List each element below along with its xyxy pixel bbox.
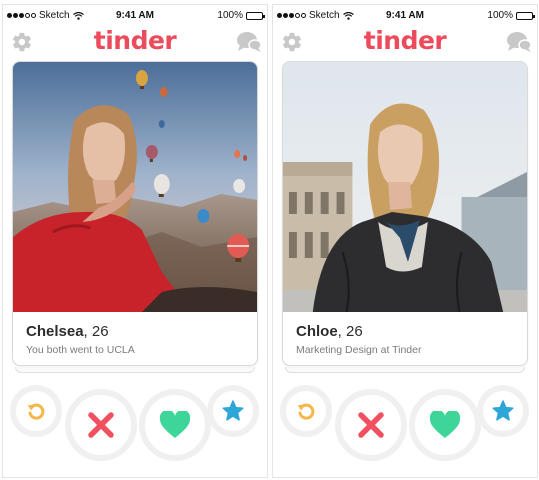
profile-card[interactable]: Chelsea, 26 You both went to UCLA — [12, 61, 258, 366]
super-like-button[interactable] — [207, 385, 259, 437]
battery-percent: 100% — [487, 10, 513, 21]
rewind-button[interactable] — [10, 385, 62, 437]
x-icon — [88, 412, 114, 438]
app-header: tinder — [3, 25, 267, 59]
battery-info: 100% — [217, 10, 265, 21]
tinder-logo: tinder — [363, 26, 447, 55]
profile-name: Chloe — [296, 323, 338, 340]
profile-name: Chelsea — [26, 323, 84, 340]
status-bar: Sketch 9:41 AM 100% — [3, 5, 267, 25]
profile-photo — [13, 62, 257, 312]
phone-screen-right: Sketch 9:41 AM 100% tinder Chloe, 26 Mar… — [272, 4, 538, 478]
profile-photo — [283, 62, 527, 312]
profile-name-age: Chloe, 26 — [296, 322, 421, 342]
like-button[interactable] — [409, 389, 481, 461]
profile-age: , 26 — [83, 323, 109, 340]
profile-info: Chelsea, 26 You both went to UCLA — [26, 322, 135, 356]
heart-icon — [159, 411, 191, 438]
rewind-icon — [27, 403, 45, 420]
profile-card[interactable]: Chloe, 26 Marketing Design at Tinder — [282, 61, 528, 366]
nope-button[interactable] — [65, 389, 137, 461]
rewind-icon — [297, 403, 315, 420]
rewind-button[interactable] — [280, 385, 332, 437]
card-stack-edge — [15, 367, 255, 373]
profile-name-age: Chelsea, 26 — [26, 322, 135, 342]
star-icon — [222, 400, 244, 421]
x-icon — [358, 412, 384, 438]
nope-button[interactable] — [335, 389, 407, 461]
battery-percent: 100% — [217, 10, 243, 21]
app-header: tinder — [273, 25, 537, 59]
super-like-button[interactable] — [477, 385, 529, 437]
profile-subtitle: You both went to UCLA — [26, 344, 135, 356]
card-stack-edge — [285, 367, 525, 373]
profile-info: Chloe, 26 Marketing Design at Tinder — [296, 322, 421, 356]
chat-bubble-icon[interactable] — [506, 31, 532, 53]
action-bar — [3, 381, 267, 477]
star-icon — [492, 400, 514, 421]
tinder-logo: tinder — [93, 26, 177, 55]
action-bar — [273, 381, 537, 477]
battery-icon — [516, 11, 535, 20]
profile-subtitle: Marketing Design at Tinder — [296, 344, 422, 356]
like-button[interactable] — [139, 389, 211, 461]
status-bar: Sketch 9:41 AM 100% — [273, 5, 537, 25]
battery-info: 100% — [487, 10, 535, 21]
chat-bubble-icon[interactable] — [236, 31, 262, 53]
profile-age: , 26 — [337, 323, 363, 340]
battery-icon — [246, 11, 265, 20]
phone-screen-left: Sketch 9:41 AM 100% tinder Chelsea, 26 Y… — [2, 4, 268, 478]
heart-icon — [429, 411, 461, 438]
